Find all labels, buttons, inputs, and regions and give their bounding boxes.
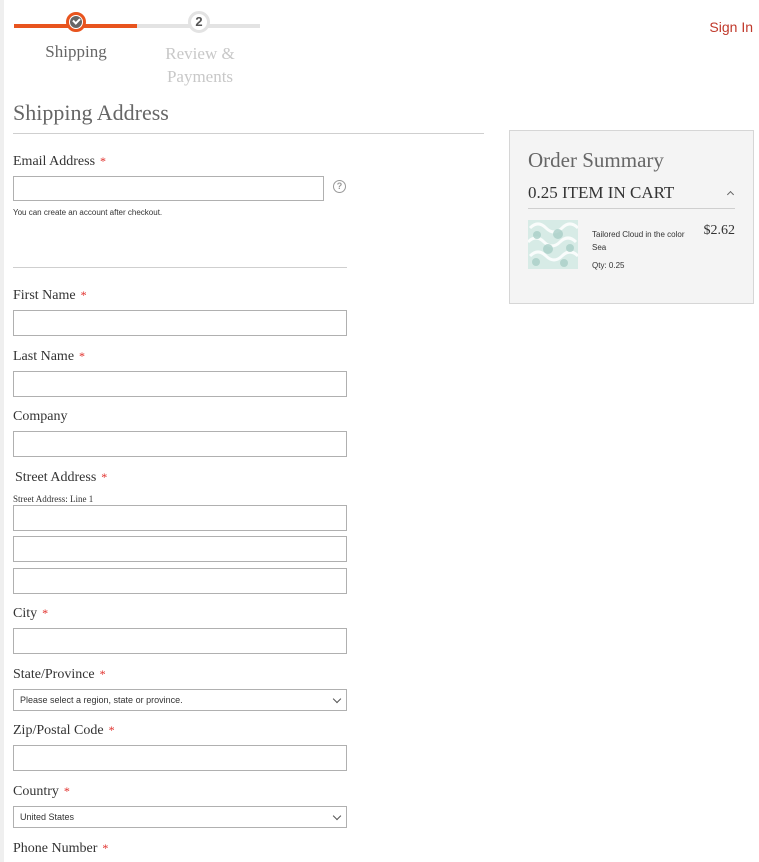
street-line2-input[interactable] [13, 536, 347, 562]
step-shipping-label[interactable]: Shipping [34, 42, 118, 62]
summary-divider [528, 208, 735, 209]
city-label: City * [13, 606, 49, 621]
country-select[interactable]: United States [13, 806, 347, 828]
last-name-input[interactable] [13, 371, 347, 397]
page-title: Shipping Address [13, 100, 169, 125]
checkout-progress: 2 Shipping Review & Payments [14, 10, 260, 90]
left-edge [0, 0, 4, 862]
item-qty: Qty: 0.25 [592, 261, 625, 270]
state-label: State/Province * [13, 667, 106, 682]
city-input[interactable] [13, 628, 347, 654]
chevron-down-icon [332, 694, 342, 704]
street-line1-label: Street Address: Line 1 [13, 494, 94, 504]
sign-in-link[interactable]: Sign In [709, 19, 753, 35]
country-selected-value: United States [20, 812, 75, 822]
company-input[interactable] [13, 431, 347, 457]
last-name-label: Last Name * [13, 349, 86, 364]
zip-input[interactable] [13, 745, 347, 771]
title-divider [13, 133, 484, 134]
street-line3-input[interactable] [13, 568, 347, 594]
phone-label: Phone Number * [13, 841, 109, 856]
street-label: Street Address * [15, 470, 108, 485]
order-summary-title: Order Summary [528, 148, 664, 172]
step-review-label: Review & Payments [165, 44, 235, 86]
order-summary: Order Summary 0.25 ITEM IN CART Tailored… [509, 130, 754, 304]
product-thumbnail [528, 220, 578, 269]
step-review-indicator: 2 [188, 11, 210, 33]
step-shipping-indicator[interactable] [66, 12, 86, 32]
state-select[interactable]: Please select a region, state or provinc… [13, 689, 347, 711]
first-name-input[interactable] [13, 310, 347, 336]
email-note: You can create an account after checkout… [13, 208, 163, 217]
fabric-swatch-image [528, 220, 578, 269]
country-label: Country * [13, 784, 70, 799]
checkmark-icon [70, 16, 82, 28]
email-input[interactable] [13, 176, 324, 201]
item-name: Tailored Cloud in the color Sea [592, 230, 685, 252]
section-divider [13, 267, 347, 268]
company-label: Company [13, 409, 68, 424]
street-line1-input[interactable] [13, 505, 347, 531]
chevron-down-icon [332, 811, 342, 821]
email-label: Email Address * [13, 154, 107, 169]
state-selected-value: Please select a region, state or provinc… [20, 695, 183, 705]
first-name-label: First Name * [13, 288, 87, 303]
zip-label: Zip/Postal Code * [13, 723, 115, 738]
help-icon[interactable]: ? [333, 180, 346, 193]
item-price: $2.62 [703, 223, 736, 238]
chevron-up-icon[interactable] [726, 190, 735, 199]
items-in-cart-toggle[interactable]: 0.25 ITEM IN CART [528, 183, 674, 203]
